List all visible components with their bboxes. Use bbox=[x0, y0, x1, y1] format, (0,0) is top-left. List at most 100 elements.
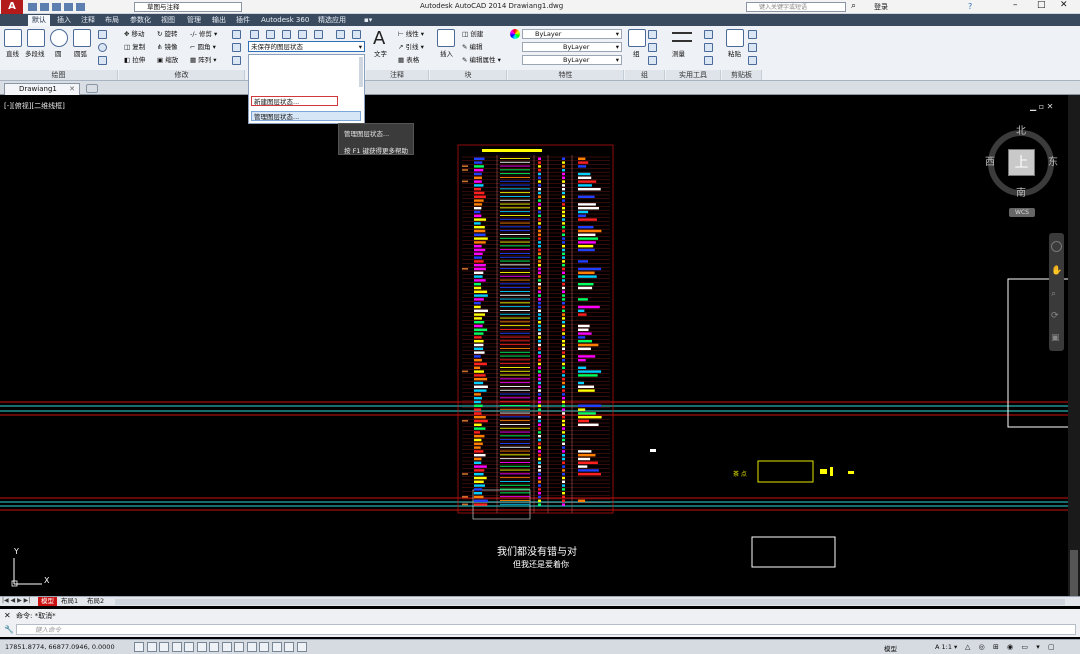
linetype-select[interactable]: ByLayer ▾ bbox=[522, 42, 622, 52]
quick-access-toolbar[interactable] bbox=[28, 3, 128, 11]
polyline-icon[interactable] bbox=[27, 29, 45, 47]
tab-addins[interactable]: 插件 bbox=[232, 15, 254, 26]
leader-tool[interactable]: ↗ 引线 ▾ bbox=[398, 43, 424, 52]
layout-tab-model[interactable]: 模型 bbox=[38, 597, 57, 606]
status-toggle-button[interactable] bbox=[259, 642, 269, 652]
zoom-icon[interactable]: ⌕ bbox=[1051, 289, 1056, 299]
document-tab[interactable]: Drawiang1 ✕ bbox=[4, 83, 80, 95]
erase-icon[interactable] bbox=[232, 30, 241, 39]
status-toggle-button[interactable] bbox=[159, 642, 169, 652]
move-tool[interactable]: ✥ 移动 bbox=[124, 30, 145, 39]
circle-icon[interactable] bbox=[50, 29, 68, 47]
new-layer-state-item[interactable]: 新建图层状态... bbox=[251, 96, 338, 106]
layer-freeze-icon[interactable] bbox=[282, 30, 291, 39]
group-tool[interactable]: 组 bbox=[633, 50, 640, 59]
tab-featured-apps[interactable]: 精选应用 bbox=[314, 15, 350, 26]
command-input[interactable]: 键入命令 bbox=[16, 624, 1076, 635]
tab-layout[interactable]: 布局 bbox=[101, 15, 123, 26]
close-tab-icon[interactable]: ✕ bbox=[69, 84, 75, 95]
group-select-icon[interactable] bbox=[648, 56, 657, 65]
tab-annotate[interactable]: 注释 bbox=[77, 15, 99, 26]
compass-south[interactable]: 南 bbox=[1016, 184, 1026, 199]
tab-extra-menu[interactable]: ▪▾ bbox=[360, 15, 376, 26]
create-block-tool[interactable]: ◫ 创建 bbox=[462, 30, 483, 39]
horizontal-scrollbar[interactable] bbox=[115, 599, 1065, 605]
compass-east[interactable]: 东 bbox=[1048, 153, 1058, 168]
new-tab-icon[interactable] bbox=[86, 84, 98, 93]
manage-layer-states-item[interactable]: 管理图层状态... bbox=[251, 111, 361, 121]
clipboard-panel-label[interactable]: 剪贴板 bbox=[722, 70, 762, 80]
status-toggle-button[interactable] bbox=[146, 642, 157, 652]
text-tool[interactable]: 文字 bbox=[374, 50, 387, 59]
scrollbar-thumb[interactable] bbox=[1070, 550, 1078, 596]
insert-block-tool[interactable]: 插入 bbox=[440, 50, 453, 59]
polyline-tool[interactable]: 多段线 bbox=[25, 50, 45, 59]
match-icon[interactable] bbox=[748, 56, 757, 65]
ungroup-icon[interactable] bbox=[648, 30, 657, 39]
copy-tool[interactable]: ◫ 复制 bbox=[124, 43, 145, 52]
tab-output[interactable]: 输出 bbox=[208, 15, 230, 26]
tab-manage[interactable]: 管理 bbox=[183, 15, 205, 26]
measure-tool[interactable]: 测量 bbox=[672, 50, 685, 59]
lineweight-select[interactable]: ByLayer ▾ bbox=[522, 55, 622, 65]
cut-icon[interactable] bbox=[748, 30, 757, 39]
insert-block-icon[interactable] bbox=[437, 29, 455, 47]
draw-panel-label[interactable]: 绘图 bbox=[0, 70, 118, 80]
compass-west[interactable]: 西 bbox=[985, 153, 995, 168]
layer-isolate-icon[interactable] bbox=[314, 30, 323, 39]
linear-dimension-tool[interactable]: ⊢ 线性 ▾ bbox=[398, 30, 424, 39]
paste-tool[interactable]: 粘贴 bbox=[728, 50, 741, 59]
layer-off-icon[interactable] bbox=[266, 30, 275, 39]
measure-icon[interactable] bbox=[672, 32, 692, 42]
status-toggle-button[interactable] bbox=[271, 642, 282, 652]
viewcube-face-top[interactable]: 上 bbox=[1008, 149, 1035, 176]
trim-tool[interactable]: -/- 修剪 ▾ bbox=[190, 30, 217, 39]
calculator-icon[interactable] bbox=[704, 43, 713, 52]
table-tool[interactable]: ▦ 表格 bbox=[398, 56, 419, 65]
text-icon[interactable]: A bbox=[373, 28, 385, 49]
search-input[interactable]: 键入关键字或短语 bbox=[746, 2, 846, 12]
status-toggle-button[interactable] bbox=[296, 642, 307, 652]
layout-nav-arrows[interactable]: |◀ ◀ ▶ ▶| bbox=[2, 597, 30, 604]
explode-icon[interactable] bbox=[232, 43, 241, 52]
ellipse-icon[interactable] bbox=[98, 43, 107, 52]
stretch-tool[interactable]: ◧ 拉伸 bbox=[124, 56, 145, 65]
group-edit-icon[interactable] bbox=[648, 43, 657, 52]
utilities-panel-label[interactable]: 实用工具 bbox=[666, 70, 721, 80]
command-close-icon[interactable]: ✕ bbox=[4, 611, 11, 620]
close-button[interactable]: ✕ bbox=[1060, 0, 1068, 10]
id-point-icon[interactable] bbox=[704, 56, 713, 65]
help-icon[interactable]: ? bbox=[968, 2, 972, 11]
status-toggle-button[interactable] bbox=[246, 642, 257, 652]
status-toggle-button[interactable] bbox=[196, 642, 207, 652]
minimize-button[interactable]: – bbox=[1013, 0, 1018, 10]
rotate-tool[interactable]: ↻ 旋转 bbox=[157, 30, 178, 39]
navigation-bar[interactable]: ✋ ⌕ ⟳ ▣ bbox=[1049, 233, 1064, 351]
orbit-icon[interactable]: ⟳ bbox=[1051, 311, 1059, 321]
edit-block-tool[interactable]: ✎ 编辑 bbox=[462, 43, 483, 52]
color-select[interactable]: ByLayer ▾ bbox=[522, 29, 622, 39]
circle-tool[interactable]: 圆 bbox=[55, 50, 62, 59]
tab-insert[interactable]: 插入 bbox=[53, 15, 75, 26]
offset-icon[interactable] bbox=[232, 56, 241, 65]
layer-state-select[interactable]: 未保存的图层状态 ▾ bbox=[248, 41, 365, 52]
status-toggle-button[interactable] bbox=[209, 642, 219, 652]
arc-tool[interactable]: 圆弧 bbox=[74, 50, 87, 59]
wcs-button[interactable]: WCS bbox=[1009, 208, 1035, 217]
status-toggle-button[interactable] bbox=[184, 642, 194, 652]
tab-view[interactable]: 视图 bbox=[157, 15, 179, 26]
quick-select-icon[interactable] bbox=[704, 30, 713, 39]
properties-panel-label[interactable]: 特性 bbox=[508, 70, 624, 80]
workspace-select[interactable]: 草图与注释 bbox=[134, 2, 242, 12]
status-toggle-button[interactable] bbox=[284, 642, 294, 652]
tab-parametric[interactable]: 参数化 bbox=[126, 15, 155, 26]
status-toggle-button[interactable] bbox=[221, 642, 232, 652]
edit-attributes-tool[interactable]: ✎ 编辑属性 ▾ bbox=[462, 56, 501, 65]
layout-tab-1[interactable]: 布局1 bbox=[61, 597, 78, 606]
paste-icon[interactable] bbox=[726, 29, 744, 47]
scale-tool[interactable]: ▣ 缩放 bbox=[157, 56, 178, 65]
annotation-scale[interactable]: A 1:1 ▾ bbox=[935, 643, 957, 651]
line-icon[interactable] bbox=[4, 29, 22, 47]
array-tool[interactable]: ▦ 阵列 ▾ bbox=[190, 56, 217, 65]
layout-tab-2[interactable]: 布局2 bbox=[87, 597, 104, 606]
